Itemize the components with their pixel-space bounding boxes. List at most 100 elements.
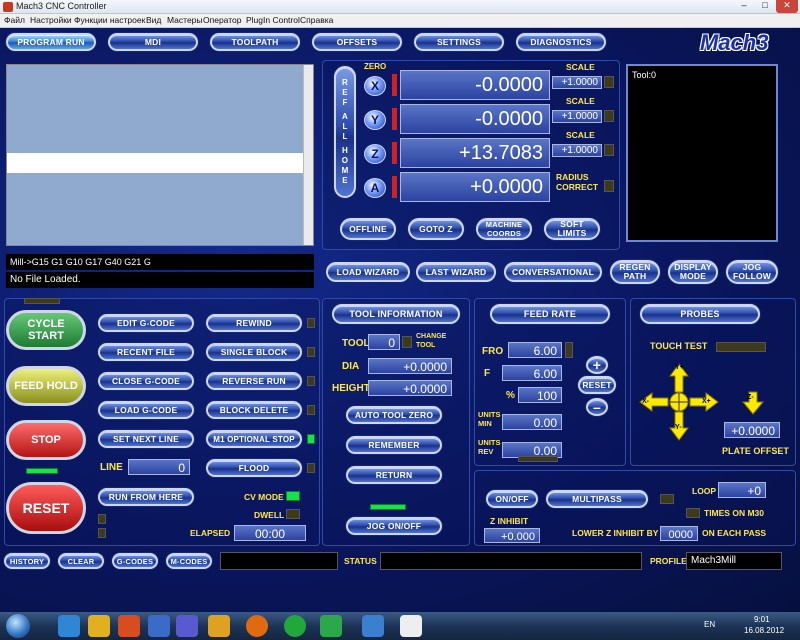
zero-x-button[interactable]: X (364, 76, 386, 96)
load-wizard-button[interactable]: LOAD WIZARD (326, 262, 410, 282)
soft-limits-button[interactable]: SOFT LIMITS (544, 218, 600, 240)
folder-icon[interactable] (208, 615, 230, 637)
goto-z-button[interactable]: GOTO Z (408, 218, 464, 240)
menu-config-functions[interactable]: Функции настроек (74, 15, 145, 25)
kompas-icon[interactable] (362, 615, 384, 637)
media-player-icon[interactable] (118, 615, 140, 637)
g-codes-button[interactable]: G-CODES (112, 553, 158, 569)
utorrent-icon[interactable] (320, 615, 342, 637)
reset-button[interactable]: RESET (6, 482, 86, 534)
rewind-button[interactable]: REWIND (206, 314, 302, 332)
flood-button[interactable]: FLOOD (206, 459, 302, 477)
z-inhibit-onoff-button[interactable]: ON/OFF (486, 490, 538, 508)
tab-program-run[interactable]: PROGRAM RUN (6, 33, 96, 51)
percent-field[interactable]: 100 (518, 387, 562, 403)
language-indicator[interactable]: EN (704, 620, 715, 629)
feed-rate-button[interactable]: FEED RATE (490, 304, 610, 324)
plate-offset-field[interactable]: +0.0000 (724, 422, 780, 438)
feed-plus-button[interactable]: + (586, 356, 608, 374)
height-field[interactable]: +0.0000 (368, 380, 452, 396)
menu-settings[interactable]: Настройки (30, 15, 72, 25)
tool-information-button[interactable]: TOOL INFORMATION (332, 304, 460, 324)
display-mode-button[interactable]: DISPLAY MODE (668, 260, 718, 284)
start-button[interactable] (6, 614, 30, 638)
menu-operator[interactable]: Оператор (203, 15, 241, 25)
return-button[interactable]: RETURN (346, 466, 442, 484)
lower-z-inhibit-field[interactable]: 0000 (660, 526, 698, 541)
tab-offsets[interactable]: OFFSETS (312, 33, 402, 51)
mach3-task-icon[interactable] (400, 615, 422, 637)
z-scale-field[interactable]: +1.0000 (552, 144, 602, 157)
ie-icon[interactable] (58, 615, 80, 637)
z-inhibit-field[interactable]: +0.000 (484, 528, 540, 543)
stop-button[interactable]: STOP (6, 420, 86, 460)
a-dro[interactable]: +0.0000 (400, 172, 550, 202)
close-button[interactable]: ✕ (776, 0, 798, 13)
minimize-button[interactable]: – (734, 0, 754, 13)
machine-coords-button[interactable]: MACHINE COORDS (476, 218, 532, 240)
gcode-display[interactable] (6, 64, 314, 246)
zero-z-button[interactable]: Z (364, 144, 386, 164)
maximize-button[interactable]: □ (755, 0, 775, 13)
x-scale-field[interactable]: +1.0000 (552, 76, 602, 89)
app-shortcut-icon[interactable] (148, 615, 170, 637)
last-wizard-button[interactable]: LAST WIZARD (416, 262, 496, 282)
reverse-run-button[interactable]: REVERSE RUN (206, 372, 302, 390)
menu-file[interactable]: Файл (4, 15, 25, 25)
menu-wizards[interactable]: Мастеры (167, 15, 203, 25)
remember-button[interactable]: REMEMBER (346, 436, 442, 454)
x-dro[interactable]: -0.0000 (400, 70, 550, 100)
y-dro[interactable]: -0.0000 (400, 104, 550, 134)
tab-toolpath[interactable]: TOOLPATH (210, 33, 300, 51)
offline-button[interactable]: OFFLINE (340, 218, 396, 240)
close-gcode-button[interactable]: CLOSE G-CODE (98, 372, 194, 390)
dia-field[interactable]: +0.0000 (368, 358, 452, 374)
explorer-icon[interactable] (88, 615, 110, 637)
feed-reset-button[interactable]: RESET (578, 376, 616, 394)
units-min-field[interactable]: 0.00 (502, 414, 562, 430)
f-field[interactable]: 6.00 (502, 365, 562, 381)
ref-all-home-button[interactable]: REFALLHOME (334, 66, 356, 198)
history-button[interactable]: HISTORY (4, 553, 50, 569)
run-from-here-button[interactable]: RUN FROM HERE (98, 488, 194, 506)
gcode-scrollbar[interactable] (303, 65, 313, 245)
toolpath-display[interactable]: Tool:0 (626, 64, 778, 242)
tab-mdi[interactable]: MDI (108, 33, 198, 51)
z-dro[interactable]: +13.7083 (400, 138, 550, 168)
y-scale-field[interactable]: +1.0000 (552, 110, 602, 123)
edit-gcode-button[interactable]: EDIT G-CODE (98, 314, 194, 332)
multipass-button[interactable]: MULTIPASS (546, 490, 648, 508)
tab-settings[interactable]: SETTINGS (414, 33, 504, 51)
mail-agent-icon[interactable] (284, 615, 306, 637)
regen-path-button[interactable]: REGEN PATH (610, 260, 660, 284)
m-codes-button[interactable]: M-CODES (166, 553, 212, 569)
recent-file-button[interactable]: RECENT FILE (98, 343, 194, 361)
tool-field[interactable]: 0 (368, 334, 400, 350)
single-block-button[interactable]: SINGLE BLOCK (206, 343, 302, 361)
loop-field[interactable]: +0 (718, 482, 766, 498)
menu-view[interactable]: Вид (146, 15, 161, 25)
load-gcode-button[interactable]: LOAD G-CODE (98, 401, 194, 419)
save-icon[interactable] (176, 615, 198, 637)
jog-follow-button[interactable]: JOG FOLLOW (726, 260, 778, 284)
optional-stop-button[interactable]: M1 OPTIONAL STOP (206, 430, 302, 448)
auto-tool-zero-button[interactable]: AUTO TOOL ZERO (346, 406, 442, 424)
menu-plugin-control[interactable]: PlugIn Control (246, 15, 300, 25)
fro-field[interactable]: 6.00 (508, 342, 562, 358)
set-next-line-button[interactable]: SET NEXT LINE (98, 430, 194, 448)
tab-diagnostics[interactable]: DIAGNOSTICS (516, 33, 606, 51)
block-delete-button[interactable]: BLOCK DELETE (206, 401, 302, 419)
mdi-input[interactable] (220, 552, 338, 570)
clear-button[interactable]: CLEAR (58, 553, 104, 569)
conversational-button[interactable]: CONVERSATIONAL (504, 262, 602, 282)
cycle-start-button[interactable]: CYCLE START (6, 310, 86, 350)
firefox-icon[interactable] (246, 615, 268, 637)
probes-button[interactable]: PROBES (640, 304, 760, 324)
jog-on-off-button[interactable]: JOG ON/OFF (346, 517, 442, 535)
feed-hold-button[interactable]: FEED HOLD (6, 366, 86, 406)
line-field[interactable]: 0 (128, 459, 190, 475)
zero-a-button[interactable]: A (364, 178, 386, 198)
zero-y-button[interactable]: Y (364, 110, 386, 130)
feed-minus-button[interactable]: – (586, 398, 608, 416)
menu-help[interactable]: Справка (300, 15, 333, 25)
